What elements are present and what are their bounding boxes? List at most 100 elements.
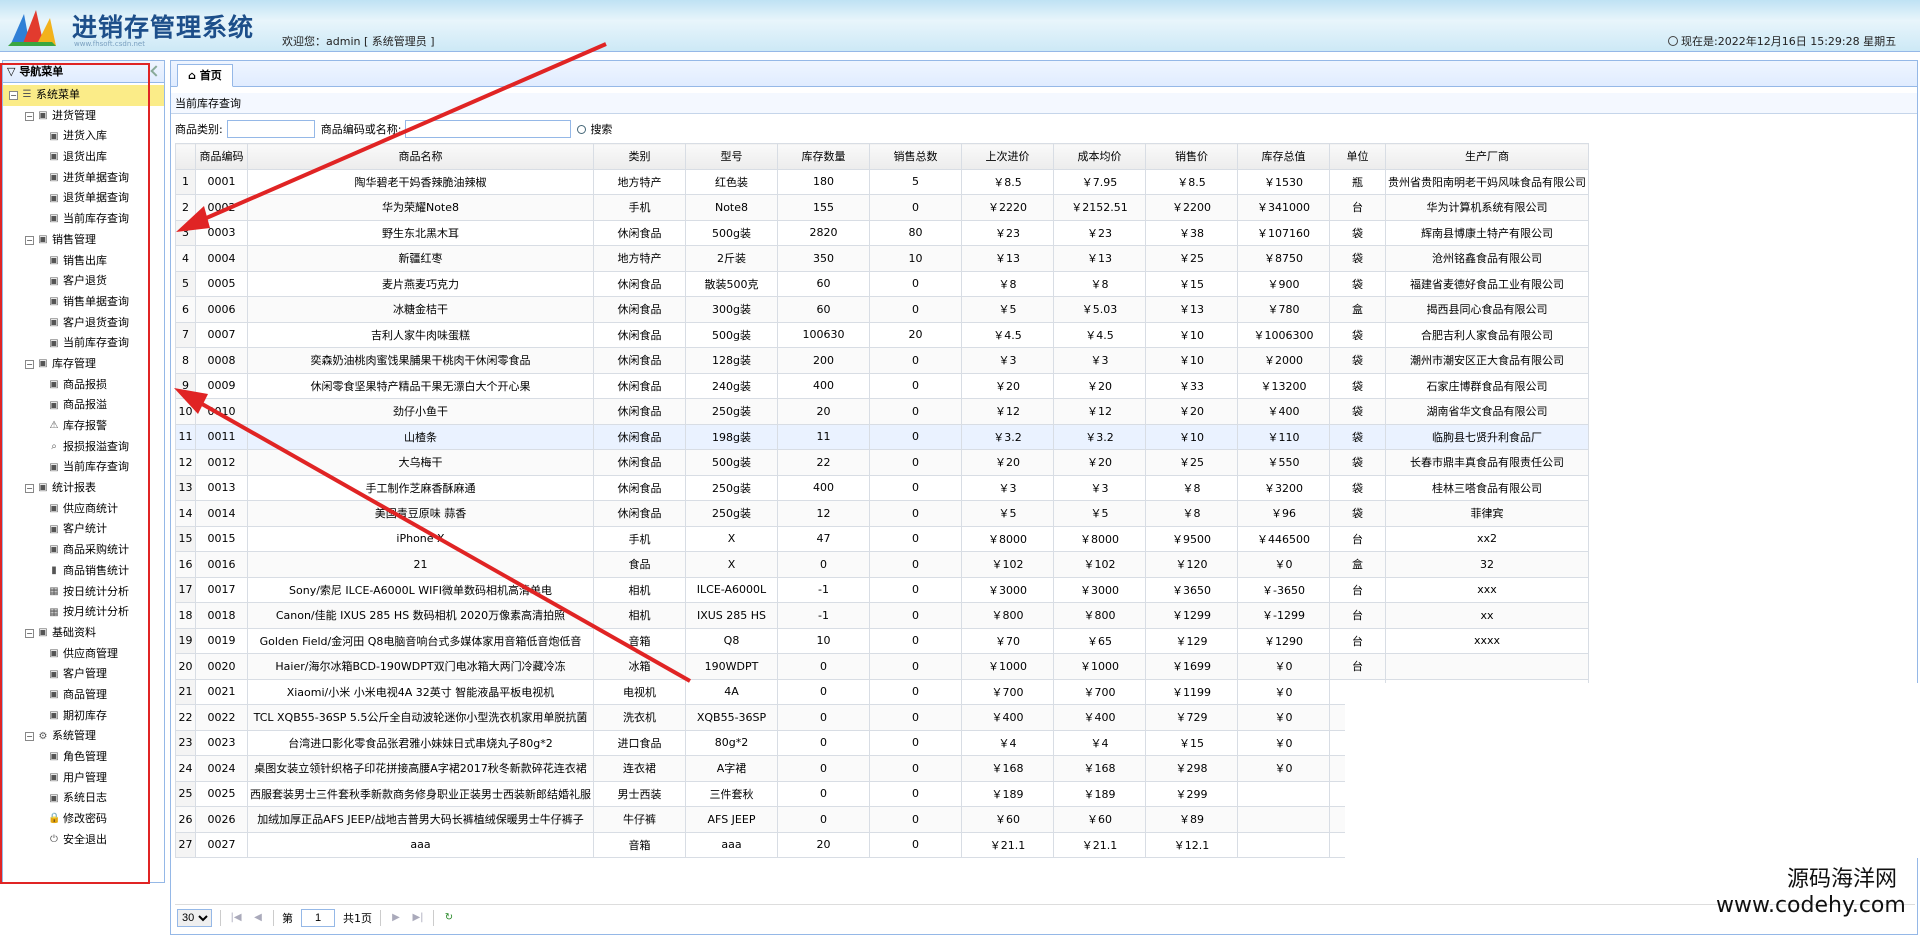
table-row[interactable]: 5 0005 麦片燕麦巧克力 休闲食品 散装500克 60 0 ￥8 ￥8 ￥15 ￥900 袋福建省…: [175, 270, 1589, 297]
refresh-icon[interactable]: ↻: [442, 912, 456, 923]
table-row[interactable]: 20 0020 Haier/海尔冰箱BCD-190WDPT双门电冰箱大两门冷藏冷冻冰…: [175, 653, 1589, 680]
table-row[interactable]: 13 0013 手工制作芝麻香酥麻通 休闲食品 250g装 400 0 ￥3 ￥3 ￥8 ￥3200…: [175, 474, 1589, 501]
table-cell: 180: [777, 168, 870, 195]
tree-toggle-icon[interactable]: −: [25, 483, 34, 493]
tree-toggle-icon[interactable]: −: [25, 235, 34, 245]
column-header[interactable]: 销售价: [1145, 143, 1238, 170]
nav-item[interactable]: ▣ 客户统计: [3, 519, 164, 540]
row-number: 24: [175, 755, 196, 782]
row-number: 20: [175, 653, 196, 680]
table-cell: ￥12: [1053, 398, 1146, 425]
nav-item[interactable]: ▣ 客户退货: [3, 271, 164, 292]
nav-item[interactable]: ▣ 当前库存查询: [3, 457, 164, 478]
column-header[interactable]: 成本均价: [1053, 143, 1146, 170]
column-header[interactable]: 型号: [685, 143, 778, 170]
nav-item[interactable]: ▦ 按日统计分析: [3, 582, 164, 603]
table-cell: 西服套装男士三件套秋季新款商务修身职业正装男士西装新郎结婚礼服: [247, 780, 594, 807]
nav-group[interactable]: − ⚙ 系统管理: [3, 726, 164, 747]
table-row[interactable]: 6 0006 冰糖金桔干 休闲食品 300g装 60 0 ￥5 ￥5.03 ￥13 ￥780 盒揭西县…: [175, 296, 1589, 323]
column-header[interactable]: [175, 143, 196, 170]
keyword-input[interactable]: [405, 120, 572, 138]
tree-toggle-icon[interactable]: −: [25, 359, 34, 369]
nav-item[interactable]: ▣ 客户退货查询: [3, 313, 164, 334]
nav-item[interactable]: ▣ 商品管理: [3, 685, 164, 706]
nav-item[interactable]: ▮ 商品销售统计: [3, 561, 164, 582]
tab-home[interactable]: ⌂ 首页: [177, 64, 233, 87]
table-row[interactable]: 3 0003 野生东北黑木耳 休闲食品 500g装 2820 80 ￥23 ￥23 ￥38 ￥107…: [175, 219, 1589, 246]
table-row[interactable]: 9 0009 休闲零食坚果特产精品干果无漂白大个开心果 休闲食品 240g装 400 0 ￥2…: [175, 372, 1589, 399]
nav-item[interactable]: ▣ 销售单据查询: [3, 292, 164, 313]
nav-item[interactable]: ▣ 销售出库: [3, 251, 164, 272]
table-row[interactable]: 8 0008 奕森奶油桃肉蜜饯果脯果干桃肉干休闲零食品 休闲食品 128g装 200 0 ￥3…: [175, 347, 1589, 374]
nav-item[interactable]: 🔒 修改密码: [3, 809, 164, 830]
table-row[interactable]: 4 0004 新疆红枣 地方特产 2斤装 350 10 ￥13 ￥13 ￥25 ￥8750 袋沧州铭鑫…: [175, 245, 1589, 272]
nav-item[interactable]: ⌕ 报损报溢查询: [3, 437, 164, 458]
nav-item[interactable]: ▣ 角色管理: [3, 747, 164, 768]
nav-group[interactable]: − ▣ 统计报表: [3, 478, 164, 499]
column-header[interactable]: 库存总值: [1237, 143, 1330, 170]
table-row[interactable]: 12 0012 大乌梅干 休闲食品 500g装 22 0 ￥20 ￥20 ￥25 ￥550 袋长春市鼎…: [175, 449, 1589, 476]
page-size-select[interactable]: 30: [177, 908, 212, 927]
nav-item[interactable]: ▣ 当前库存查询: [3, 209, 164, 230]
table-row[interactable]: 1 0001 陶华碧老干妈香辣脆油辣椒 地方特产 红色装 180 5 ￥8.5 ￥7.95 ￥8.…: [175, 168, 1589, 195]
first-page-icon[interactable]: |◀: [229, 912, 243, 923]
nav-item[interactable]: ⚠ 库存报警: [3, 416, 164, 437]
nav-item[interactable]: ▣ 当前库存查询: [3, 333, 164, 354]
table-row[interactable]: 11 0011 山楂条 休闲食品 198g装 11 0 ￥3.2 ￥3.2 ￥10 ￥110 袋临朐县…: [175, 423, 1589, 450]
nav-item[interactable]: ▣ 退货出库: [3, 147, 164, 168]
nav-group[interactable]: − ▣ 销售管理: [3, 230, 164, 251]
nav-item-label: 库存报警: [63, 419, 107, 432]
last-page-icon[interactable]: ▶|: [411, 912, 425, 923]
search-button[interactable]: 搜索: [577, 121, 612, 137]
column-header[interactable]: 单位: [1329, 143, 1386, 170]
nav-item[interactable]: ▣ 商品采购统计: [3, 540, 164, 561]
table-cell: 袋: [1329, 270, 1386, 297]
prev-page-icon[interactable]: ◀: [251, 912, 265, 923]
table-header: 商品编码 商品名称 类别 型号 库存数量 销售总数 上次进价 成本均价 销售价 库存总值 单位 生产厂…: [175, 143, 1589, 170]
category-input[interactable]: [226, 120, 315, 138]
nav-group[interactable]: − ☰ 系统菜单: [3, 85, 164, 106]
table-row[interactable]: 7 0007 吉利人家牛肉味蛋糕 休闲食品 500g装 100630 20 ￥4.5 ￥4.5 ￥…: [175, 321, 1589, 348]
table-row[interactable]: 10 0010 劲仔小鱼干 休闲食品 250g装 20 0 ￥12 ￥12 ￥20 ￥400 袋湖南省…: [175, 398, 1589, 425]
nav-item[interactable]: ▣ 进货入库: [3, 126, 164, 147]
next-page-icon[interactable]: ▶: [389, 912, 403, 923]
table-cell: IXUS 285 HS: [685, 602, 778, 629]
nav-item[interactable]: ▣ 用户管理: [3, 768, 164, 789]
table-row[interactable]: 17 0017 Sony/索尼 ILCE-A6000L WIFI微单数码相机高清单电…: [175, 576, 1589, 603]
column-header[interactable]: 商品编码: [195, 143, 248, 170]
column-header[interactable]: 商品名称: [247, 143, 594, 170]
nav-group[interactable]: − ▣ 基础资料: [3, 623, 164, 644]
column-header[interactable]: 库存数量: [777, 143, 870, 170]
collapse-icon[interactable]: [150, 65, 162, 77]
column-header[interactable]: 生产厂商: [1385, 143, 1589, 170]
nav-item[interactable]: ▣ 退货单据查询: [3, 188, 164, 209]
table-cell: ￥0: [1237, 704, 1330, 731]
nav-item[interactable]: ▣ 供应商统计: [3, 499, 164, 520]
table-row[interactable]: 15 0015 iPhone X 手机 X 47 0 ￥8000 ￥8000 ￥9500 ￥4465…: [175, 525, 1589, 552]
tree-toggle-icon[interactable]: −: [25, 111, 34, 121]
nav-group[interactable]: − ▣ 进货管理: [3, 106, 164, 127]
table-cell: 休闲食品: [593, 321, 686, 348]
nav-item[interactable]: ⏻ 安全退出: [3, 830, 164, 851]
nav-item[interactable]: ▣ 商品报损: [3, 375, 164, 396]
nav-group[interactable]: − ▣ 库存管理: [3, 354, 164, 375]
table-row[interactable]: 14 0014 美国青豆原味 蒜香 休闲食品 250g装 12 0 ￥5 ￥5 ￥8 ￥96 袋菲律宾: [175, 500, 1589, 527]
tree-toggle-icon[interactable]: −: [9, 90, 18, 100]
page-number-input[interactable]: [301, 908, 335, 927]
table-row[interactable]: 18 0018 Canon/佳能 IXUS 285 HS 数码相机 2020万像素高…: [175, 602, 1589, 629]
nav-item[interactable]: ▣ 客户管理: [3, 664, 164, 685]
column-header[interactable]: 销售总数: [869, 143, 962, 170]
table-row[interactable]: 2 0002 华为荣耀Note8 手机 Note8 155 0 ￥2220 ￥2152.51 ￥2…: [175, 194, 1589, 221]
nav-item[interactable]: ▣ 商品报溢: [3, 395, 164, 416]
table-row[interactable]: 16 0016 21 食品 X 0 0 ￥102 ￥102 ￥120 ￥0 盒 32: [175, 551, 1589, 578]
table-row[interactable]: 19 0019 Golden Field/金河田 Q8电脑音响台式多媒体家用音箱低音…: [175, 627, 1589, 654]
column-header[interactable]: 类别: [593, 143, 686, 170]
nav-item[interactable]: ▣ 进货单据查询: [3, 168, 164, 189]
nav-item[interactable]: ▦ 按月统计分析: [3, 602, 164, 623]
tree-toggle-icon[interactable]: −: [25, 732, 34, 742]
nav-item[interactable]: ▣ 期初库存: [3, 706, 164, 727]
column-header[interactable]: 上次进价: [961, 143, 1054, 170]
nav-item[interactable]: ▣ 供应商管理: [3, 644, 164, 665]
tree-toggle-icon[interactable]: −: [25, 628, 34, 638]
nav-item[interactable]: ▣ 系统日志: [3, 788, 164, 809]
